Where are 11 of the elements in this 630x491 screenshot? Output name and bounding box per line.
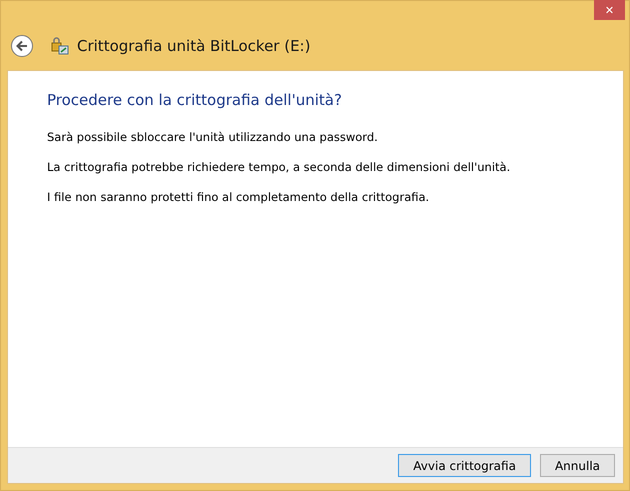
- back-button[interactable]: [11, 35, 33, 57]
- window-title: Crittografia unità BitLocker (E:): [77, 37, 310, 55]
- info-text: I file non saranno protetti fino al completamento della crittografia.: [47, 190, 430, 204]
- dialog-heading: Procedere con la crittografia dell'unità?: [47, 91, 343, 109]
- default-button[interactable]: Avvia crittografia: [398, 454, 531, 477]
- info-text: La crittografia potrebbe richiedere tempo, a seconda delle dimensioni dell'unità.: [47, 160, 512, 174]
- info-text: Sarà possibile sbloccare l'unità utilizzando una password.: [47, 130, 379, 144]
- lock-drive-icon: [51, 37, 69, 55]
- close-button[interactable]: ✕: [594, 0, 625, 20]
- back-arrow-icon: [15, 39, 29, 53]
- dialog-button[interactable]: Annulla: [540, 454, 615, 477]
